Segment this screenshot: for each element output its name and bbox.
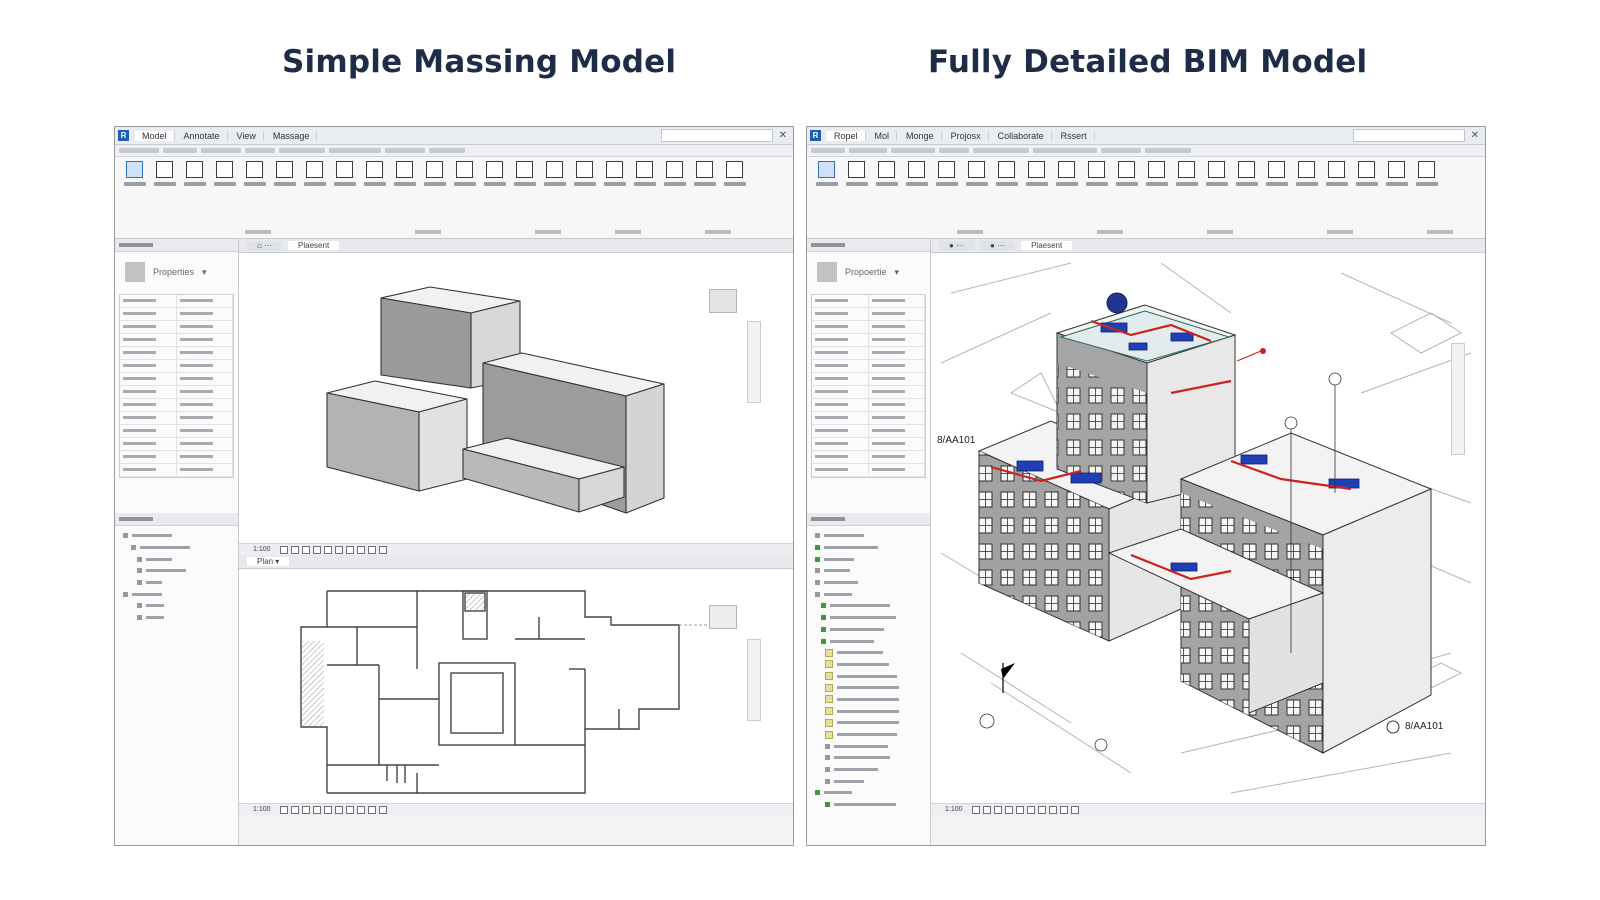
lighting-tool[interactable] [1143,161,1170,238]
left-heading: Simple Massing Model [282,44,677,80]
modify-tool-right[interactable] [813,161,840,238]
tag-tool[interactable] [1323,161,1350,238]
equipment-tool[interactable] [963,161,990,238]
opening-tool[interactable] [601,161,628,238]
left-3d-view[interactable] [239,253,793,543]
tab-ropel[interactable]: Ropel [827,130,866,141]
tab-monge[interactable]: Monge [899,130,942,141]
accessory-tool[interactable] [933,161,960,238]
tab-rssert[interactable]: Rssert [1054,130,1095,141]
left-app-window: R Model Annotate View Massage ✕ Properti… [114,126,794,846]
right-properties-grid[interactable] [811,294,926,478]
left-ribbon [115,157,793,239]
tab-model[interactable]: Model [135,130,175,141]
plan-view-cube-icon[interactable] [709,605,737,629]
tab-massage[interactable]: Massage [266,130,318,141]
curtain-tool[interactable] [391,161,418,238]
sprinkler-tool[interactable] [1173,161,1200,238]
right-type-selector[interactable]: Propoertie ▾ [807,252,930,292]
tab-view[interactable]: View [230,130,264,141]
right-view-control-bar[interactable]: 1:100 [931,803,1485,815]
section-tag-1: 8/AA101 [937,435,976,446]
datum-tool[interactable] [631,161,658,238]
stair-tool[interactable] [481,161,508,238]
floor-tool[interactable] [361,161,388,238]
fitting-tool[interactable] [903,161,930,238]
right-project-browser [807,513,931,845]
ceiling-tool[interactable] [331,161,358,238]
view-tab-active[interactable]: Plaesent [288,241,340,250]
project-browser [115,513,239,845]
massing-tool[interactable] [511,161,538,238]
left-title-tabs: R Model Annotate View Massage ✕ [115,127,793,145]
workset-tool[interactable] [1353,161,1380,238]
tab-annotate[interactable]: Annotate [177,130,228,141]
left-plan-control-bar[interactable]: 1:100 [239,803,793,815]
column-tool[interactable] [271,161,298,238]
plumbing-tool[interactable] [1203,161,1230,238]
component-tool[interactable] [241,161,268,238]
device-tool[interactable] [1113,161,1140,238]
search-input-right[interactable] [1352,129,1465,142]
left-plan-view-tabs: Plan ▾ [239,555,793,569]
analysis-tool[interactable] [1383,161,1410,238]
right-view-tab-active[interactable]: Plaesent [1021,241,1073,250]
roof-tool[interactable] [301,161,328,238]
right-properties-panel: Propoertie ▾ [807,239,931,513]
ribbon-panel-titles [115,145,793,157]
cable-tray-tool[interactable] [1053,161,1080,238]
right-navigation-bar-icon[interactable] [1451,343,1465,455]
close-icon[interactable]: ✕ [779,130,787,141]
folder-icon-right [817,262,837,282]
window-tool[interactable] [211,161,238,238]
view-cube-icon[interactable] [709,289,737,313]
type-selector[interactable]: Properties ▾ [115,252,238,292]
right-title-tabs: R Ropel Mol Monge Projosx Collaborate Rs… [807,127,1485,145]
pipe-tool[interactable] [873,161,900,238]
bim-3d-drawing: 8/AA101 8/AA101 [937,262,1472,794]
room-tool[interactable] [541,161,568,238]
section-tag-2: 8/AA101 [1405,721,1444,732]
plan-navigation-bar-icon[interactable] [747,639,761,721]
tab-mol[interactable]: Mol [868,130,898,141]
right-properties-label: Propoertie [845,267,887,277]
search-input[interactable] [660,129,773,142]
conduit-tool[interactable] [1023,161,1050,238]
area-tool[interactable] [571,161,598,238]
revit-logo-icon[interactable]: R [118,130,129,141]
tab-collaborate[interactable]: Collaborate [991,130,1052,141]
wall-tool[interactable] [151,161,178,238]
properties-panel: Properties ▾ [115,239,239,513]
right-3d-view[interactable]: 8/AA101 8/AA101 [931,253,1485,803]
zone-tool[interactable] [1263,161,1290,238]
section-tool[interactable] [1293,161,1320,238]
railing-tool[interactable] [421,161,448,238]
right-app-window: R Ropel Mol Monge Projosx Collaborate Rs… [806,126,1486,846]
left-view-tabs: ⌂ ··· Plaesent [239,239,793,253]
modify-tool[interactable] [121,161,148,238]
close-icon-right[interactable]: ✕ [1471,130,1479,141]
revit-logo-icon-right[interactable]: R [810,130,821,141]
level-tool[interactable] [691,161,718,238]
wire-tool[interactable] [1083,161,1110,238]
workplane-tool[interactable] [661,161,688,238]
left-plan-view[interactable] [239,569,793,803]
space-tool[interactable] [1233,161,1260,238]
folder-icon [125,262,145,282]
right-view-tabs: ● ··· ● ··· Plaesent [931,239,1485,253]
left-view-control-bar[interactable]: 1:100 [239,543,793,555]
right-heading: Fully Detailed BIM Model [928,44,1368,80]
properties-grid[interactable] [119,294,234,478]
navigation-bar-icon[interactable] [747,321,761,403]
properties-label: Properties [153,267,195,277]
right-ribbon [807,157,1485,239]
grid-tool[interactable] [721,161,748,238]
right-ribbon-panel-titles [807,145,1485,157]
terminal-tool[interactable] [993,161,1020,238]
tab-projosx[interactable]: Projosx [944,130,989,141]
ramp-tool[interactable] [451,161,478,238]
settings-tool[interactable] [1413,161,1440,238]
door-tool[interactable] [181,161,208,238]
duct-tool[interactable] [843,161,870,238]
